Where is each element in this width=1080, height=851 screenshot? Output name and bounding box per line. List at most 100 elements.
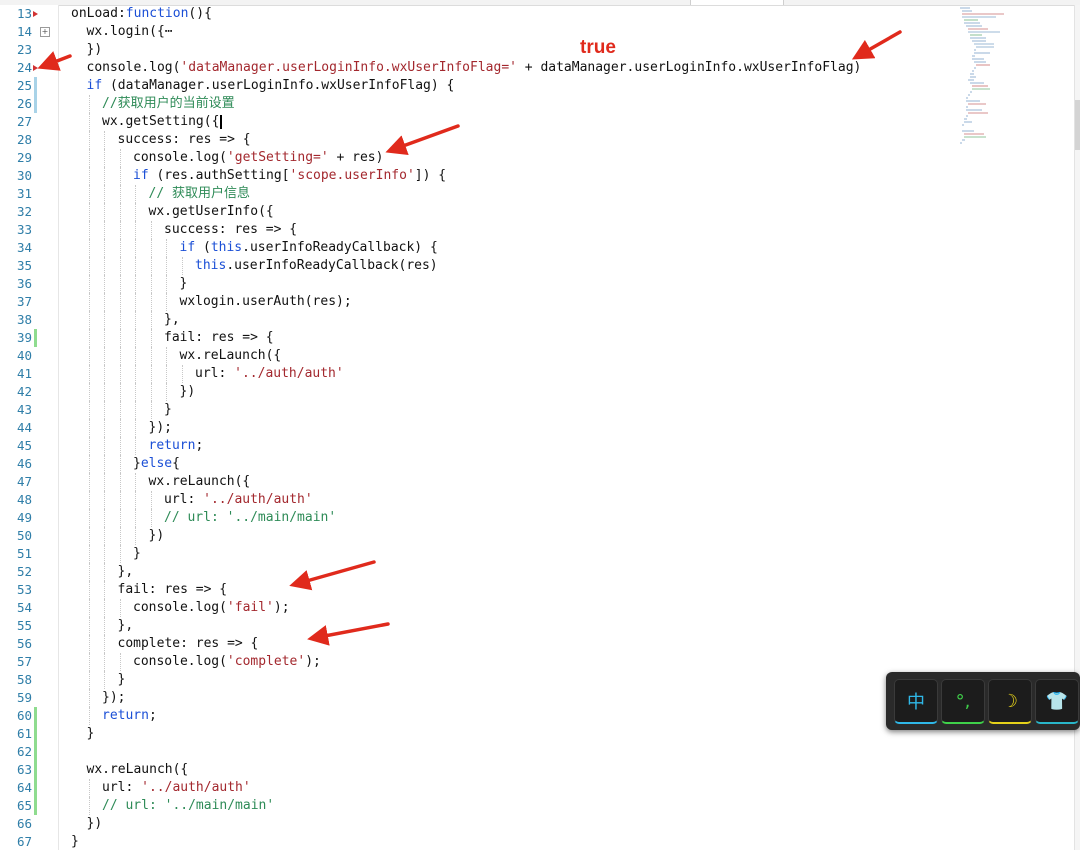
code-line: }else{: [133, 455, 180, 473]
code-line: if (this.userInfoReadyCallback) {: [180, 239, 438, 257]
line-number: 56: [16, 636, 32, 651]
code-token: success: res => {: [117, 132, 251, 147]
line-number: 52: [16, 564, 32, 579]
line-number: 38: [16, 312, 32, 327]
indent-guide: [104, 293, 105, 311]
scrollbar-thumb[interactable]: [1075, 100, 1080, 150]
indent-guide: [104, 221, 105, 239]
indent-guide: [135, 203, 136, 221]
line-number: 65: [16, 798, 32, 813]
minimap[interactable]: [956, 5, 1044, 145]
indent-guide: [135, 275, 136, 293]
code-token: '../auth/auth': [203, 492, 313, 507]
indent-guide: [88, 671, 90, 689]
indent-guide: [119, 167, 121, 185]
indent-guide: [150, 257, 152, 275]
code-line: wx.login({⋯: [87, 23, 173, 41]
indent-guide: [150, 383, 152, 401]
indent-guide: [135, 293, 136, 311]
code-token: return: [148, 438, 196, 453]
indent-guide: [135, 437, 136, 455]
line-number: 50: [16, 528, 32, 543]
indent-guide: [88, 221, 90, 239]
indent-guide: [135, 401, 136, 419]
code-token: 'fail': [226, 600, 274, 615]
indent-guide: [104, 617, 105, 635]
indent-guide: [104, 239, 105, 257]
code-token: (: [195, 240, 211, 255]
indent-guide: [119, 437, 121, 455]
code-token: }: [133, 456, 141, 471]
code-token: url:: [102, 780, 142, 795]
code-editor[interactable]: onLoad:function(){wx.login({⋯}) console.l…: [58, 5, 958, 850]
line-number: 39: [16, 330, 32, 345]
code-line: },: [118, 563, 134, 581]
indent-guide: [150, 329, 152, 347]
line-number: 61: [16, 726, 32, 741]
line-number: 13: [16, 6, 32, 21]
indent-guide: [119, 293, 121, 311]
code-line: console.log('getSetting=' + res): [133, 149, 383, 167]
code-token: }: [133, 546, 141, 561]
code-token: 'dataManager.userLoginInfo.wxUserInfoFla…: [180, 60, 517, 75]
code-token: fail: res => {: [117, 582, 228, 597]
fold-expand-icon[interactable]: +: [40, 27, 50, 37]
indent-guide: [135, 365, 136, 383]
code-token: url:: [164, 492, 204, 507]
indent-guide: [135, 473, 136, 491]
code-line: wx.getSetting({: [102, 113, 223, 131]
line-number: 47: [16, 474, 32, 489]
indent-guide: [119, 275, 121, 293]
line-number: 41: [16, 366, 32, 381]
line-number: 40: [16, 348, 32, 363]
breakpoint-marker[interactable]: [33, 65, 38, 71]
code-token: .userInfoReadyCallback(res): [226, 258, 438, 273]
line-number-gutter: 13 14 23 24 25 26 27 28 29 30 31 32 33 34 35 36 37 38 39 40…: [0, 5, 59, 850]
ime-punctuation-button[interactable]: °,: [941, 679, 985, 724]
code-line: }: [164, 401, 172, 419]
ime-skin-icon[interactable]: 👕: [1035, 679, 1079, 724]
indent-guide: [119, 509, 121, 527]
line-number: 34: [16, 240, 32, 255]
code-token: {: [172, 456, 180, 471]
code-token: console.log(: [133, 654, 227, 669]
line-number: 51: [16, 546, 32, 561]
indent-guide: [104, 437, 105, 455]
ime-moon-icon[interactable]: ☽: [988, 679, 1032, 724]
code-token: '../auth/auth': [141, 780, 251, 795]
indent-guide: [166, 239, 167, 257]
indent-guide: [119, 329, 121, 347]
code-line: success: res => {: [164, 221, 297, 239]
code-token: console.log(: [86, 60, 181, 75]
line-number: 67: [16, 834, 32, 849]
code-token: this: [195, 258, 227, 273]
code-line: return;: [149, 437, 204, 455]
code-token: console.log(: [133, 600, 227, 615]
code-token: );: [273, 600, 290, 615]
indent-guide: [88, 239, 90, 257]
line-number: 63: [16, 762, 32, 777]
code-token: .userInfoReadyCallback) {: [242, 240, 438, 255]
code-line: // url: '../main/main': [164, 509, 336, 527]
breakpoint-marker[interactable]: [33, 11, 38, 17]
code-line: }): [149, 527, 165, 545]
indent-guide: [104, 491, 105, 509]
indent-guide: [88, 311, 90, 329]
indent-guide: [88, 257, 90, 275]
code-line: success: res => {: [118, 131, 251, 149]
indent-guide: [88, 617, 90, 635]
code-token: complete: res => {: [117, 636, 259, 651]
line-number: 64: [16, 780, 32, 795]
indent-guide: [119, 527, 121, 545]
line-number: 31: [16, 186, 32, 201]
code-token: console.log(: [133, 150, 227, 165]
indent-guide: [150, 275, 152, 293]
code-line: fail: res => {: [118, 581, 228, 599]
indent-guide: [135, 239, 136, 257]
indent-guide: [88, 167, 90, 185]
code-token: else: [140, 456, 173, 471]
code-token: if: [133, 168, 149, 183]
code-line: },: [164, 311, 180, 329]
ime-chinese-mode-button[interactable]: 中: [894, 679, 938, 724]
indent-guide: [119, 185, 121, 203]
